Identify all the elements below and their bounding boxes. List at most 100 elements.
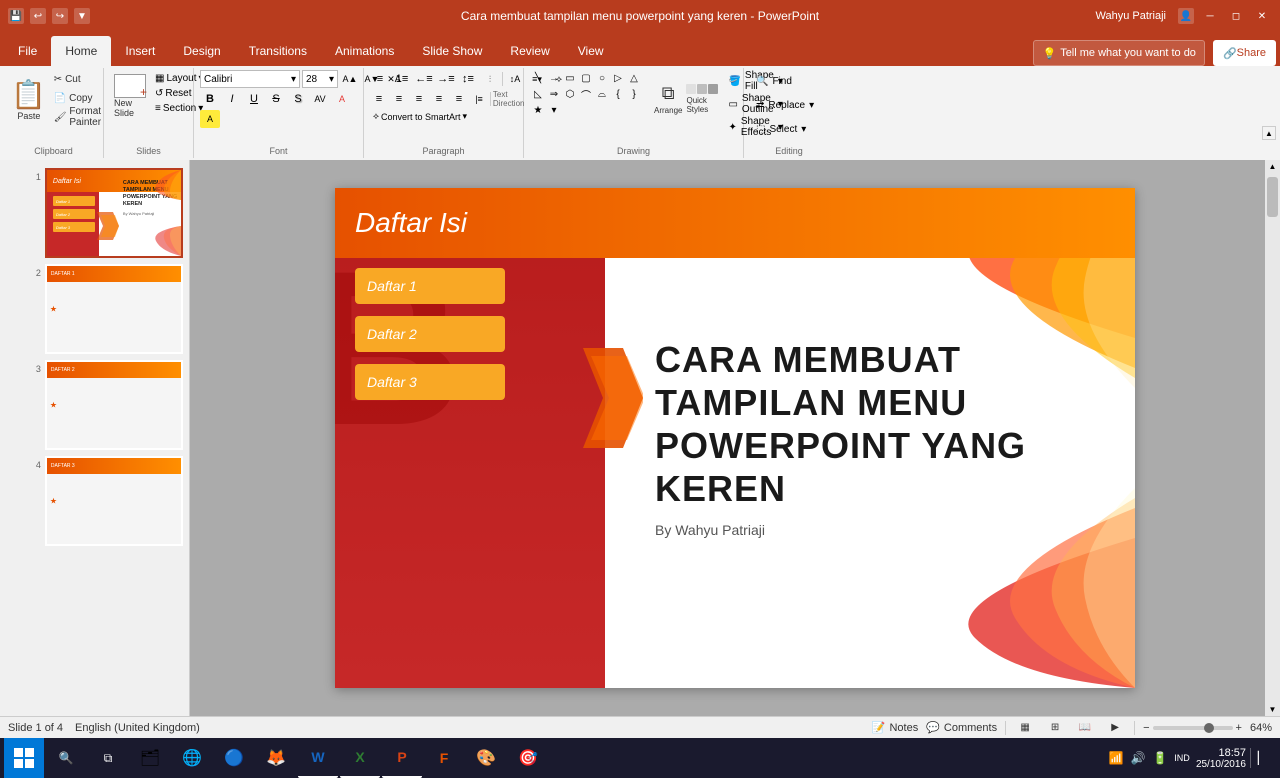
slide-thumb-3[interactable]: DAFTAR 2 ★ xyxy=(45,360,183,450)
search-bar[interactable]: 💡 Tell me what you want to do xyxy=(1033,40,1204,66)
new-slide-button[interactable]: New Slide xyxy=(110,70,150,128)
bracket2[interactable]: } xyxy=(626,86,642,102)
bullets-button[interactable]: ≡ xyxy=(370,70,390,88)
notes-button[interactable]: 📝 Notes xyxy=(872,721,918,734)
select-button[interactable]: ⬚ Select ▾ xyxy=(750,118,812,140)
restore-button[interactable]: ◻ xyxy=(1226,6,1246,26)
start-button[interactable] xyxy=(4,738,44,778)
slide-thumb-4[interactable]: DAFTAR 3 ★ xyxy=(45,456,183,546)
close-button[interactable]: ✕ xyxy=(1252,6,1272,26)
powerpoint-taskbar-button[interactable]: P xyxy=(382,738,422,778)
profile-icon[interactable]: 👤 xyxy=(1178,8,1194,24)
firefox-taskbar-button[interactable]: 🦊 xyxy=(256,738,296,778)
find-button[interactable]: 🔍 Find xyxy=(750,70,798,92)
other-taskbar-button[interactable]: 🎯 xyxy=(508,738,548,778)
keyboard-icon[interactable]: IND xyxy=(1172,748,1192,768)
zoom-in-icon[interactable]: + xyxy=(1236,722,1242,734)
search-taskbar-button[interactable]: 🔍 xyxy=(46,738,86,778)
increase-size-button[interactable]: A▲ xyxy=(340,70,360,88)
share-button[interactable]: 🔗 Share xyxy=(1213,40,1276,66)
tab-transitions[interactable]: Transitions xyxy=(235,36,321,66)
arrange-button[interactable]: ⧉ Arrange xyxy=(654,70,682,128)
slideshow-button[interactable]: ▶ xyxy=(1104,720,1126,736)
task-view-button[interactable]: ⧉ xyxy=(88,738,128,778)
arrow-tool[interactable]: → xyxy=(546,70,562,86)
rt-triangle-tool[interactable]: ◺ xyxy=(530,86,546,102)
tab-design[interactable]: Design xyxy=(169,36,234,66)
tab-review[interactable]: Review xyxy=(496,36,563,66)
scroll-up-button[interactable]: ▲ xyxy=(1266,160,1279,173)
collapse-ribbon-button[interactable]: ▲ xyxy=(1262,126,1276,140)
v-scrollbar[interactable]: ▲ ▼ xyxy=(1265,160,1280,716)
connector2[interactable]: ⌓ xyxy=(594,86,610,102)
zoom-out-icon[interactable]: − xyxy=(1143,722,1149,734)
connector1[interactable]: ⌒ xyxy=(578,86,594,102)
convert-smartart-full[interactable]: ⟡ Convert to SmartArt ▾ xyxy=(370,110,470,123)
decrease-indent-button[interactable]: ←≡ xyxy=(414,70,434,88)
underline-button[interactable]: U xyxy=(244,90,264,108)
char-spacing-button[interactable]: AV xyxy=(310,90,330,108)
redo-button[interactable]: ↪ xyxy=(52,8,68,24)
oval-tool[interactable]: ○ xyxy=(594,70,610,86)
shapes-more[interactable]: ▾ xyxy=(546,102,562,118)
customize-button[interactable]: ▼ xyxy=(74,8,90,24)
comments-button[interactable]: 💬 Comments xyxy=(926,721,997,734)
slide-thumb-1[interactable]: Daftar Isi Daftar 1 Daftar 2 Daftar 3 xyxy=(45,168,183,258)
line-spacing-button[interactable]: ↕≡ xyxy=(458,70,478,88)
volume-icon[interactable]: 🔊 xyxy=(1128,748,1148,768)
zoom-slider[interactable] xyxy=(1153,726,1233,730)
scroll-down-button[interactable]: ▼ xyxy=(1266,703,1279,716)
word-taskbar-button[interactable]: W xyxy=(298,738,338,778)
bracket1[interactable]: { xyxy=(610,86,626,102)
font-size-selector[interactable]: 28 ▾ xyxy=(302,70,338,88)
save-button[interactable]: 💾 xyxy=(8,8,24,24)
increase-indent-button[interactable]: →≡ xyxy=(436,70,456,88)
slide-sorter-button[interactable]: ⊞ xyxy=(1044,720,1066,736)
highlight-color-button[interactable]: A xyxy=(200,110,220,128)
rect-tool[interactable]: ▭ xyxy=(562,70,578,86)
explorer-taskbar-button[interactable]: 🗂 xyxy=(130,738,170,778)
excel-taskbar-button[interactable]: X xyxy=(340,738,380,778)
slide-thumb-2[interactable]: DAFTAR 1 ★ xyxy=(45,264,183,354)
shape6[interactable]: ▷ xyxy=(610,70,626,86)
tab-view[interactable]: View xyxy=(564,36,618,66)
tab-insert[interactable]: Insert xyxy=(111,36,169,66)
triangle-tool[interactable]: △ xyxy=(626,70,642,86)
quick-styles-button[interactable]: Quick Styles xyxy=(686,70,718,128)
battery-icon[interactable]: 🔋 xyxy=(1150,748,1170,768)
font-taskbar-button[interactable]: F xyxy=(424,738,464,778)
replace-button[interactable]: ⇄ Replace ▾ xyxy=(750,94,820,116)
minimize-button[interactable]: ─ xyxy=(1200,6,1220,26)
italic-button[interactable]: I xyxy=(222,90,242,108)
scroll-thumb[interactable] xyxy=(1267,177,1278,217)
paint-taskbar-button[interactable]: 🎨 xyxy=(466,738,506,778)
arrow3-tool[interactable]: ⬡ xyxy=(562,86,578,102)
numbering-button[interactable]: 1≡ xyxy=(392,70,412,88)
undo-button[interactable]: ↩ xyxy=(30,8,46,24)
arrow2-tool[interactable]: ⇒ xyxy=(546,86,562,102)
strikethrough-button[interactable]: S xyxy=(266,90,286,108)
paste-button[interactable]: 📋 Paste xyxy=(10,70,48,128)
star-tool[interactable]: ★ xyxy=(530,102,546,118)
show-desktop-button[interactable]: ▏ xyxy=(1250,748,1270,768)
edge-taskbar-button[interactable]: 🌐 xyxy=(172,738,212,778)
tab-slideshow[interactable]: Slide Show xyxy=(408,36,496,66)
add-column-button[interactable]: |≡ xyxy=(470,90,488,108)
line-tool[interactable]: ╲ xyxy=(530,70,546,86)
chrome-taskbar-button[interactable]: 🔵 xyxy=(214,738,254,778)
columns-button[interactable]: ⫶ xyxy=(480,70,500,88)
justify-button[interactable]: ≡ xyxy=(430,90,448,108)
align-right-button[interactable]: ≡ xyxy=(410,90,428,108)
justify-low-button[interactable]: ≡ xyxy=(450,90,468,108)
tab-file[interactable]: File xyxy=(4,36,51,66)
text-direction-button[interactable]: ↕A xyxy=(505,70,525,88)
normal-view-button[interactable]: ▦ xyxy=(1014,720,1036,736)
round-rect-tool[interactable]: ▢ xyxy=(578,70,594,86)
bold-button[interactable]: B xyxy=(200,90,220,108)
tab-animations[interactable]: Animations xyxy=(321,36,408,66)
reading-view-button[interactable]: 📖 xyxy=(1074,720,1096,736)
font-color-button[interactable]: A xyxy=(332,90,352,108)
network-icon[interactable]: 📶 xyxy=(1106,748,1126,768)
tab-home[interactable]: Home xyxy=(51,36,111,66)
align-left-button[interactable]: ≡ xyxy=(370,90,388,108)
